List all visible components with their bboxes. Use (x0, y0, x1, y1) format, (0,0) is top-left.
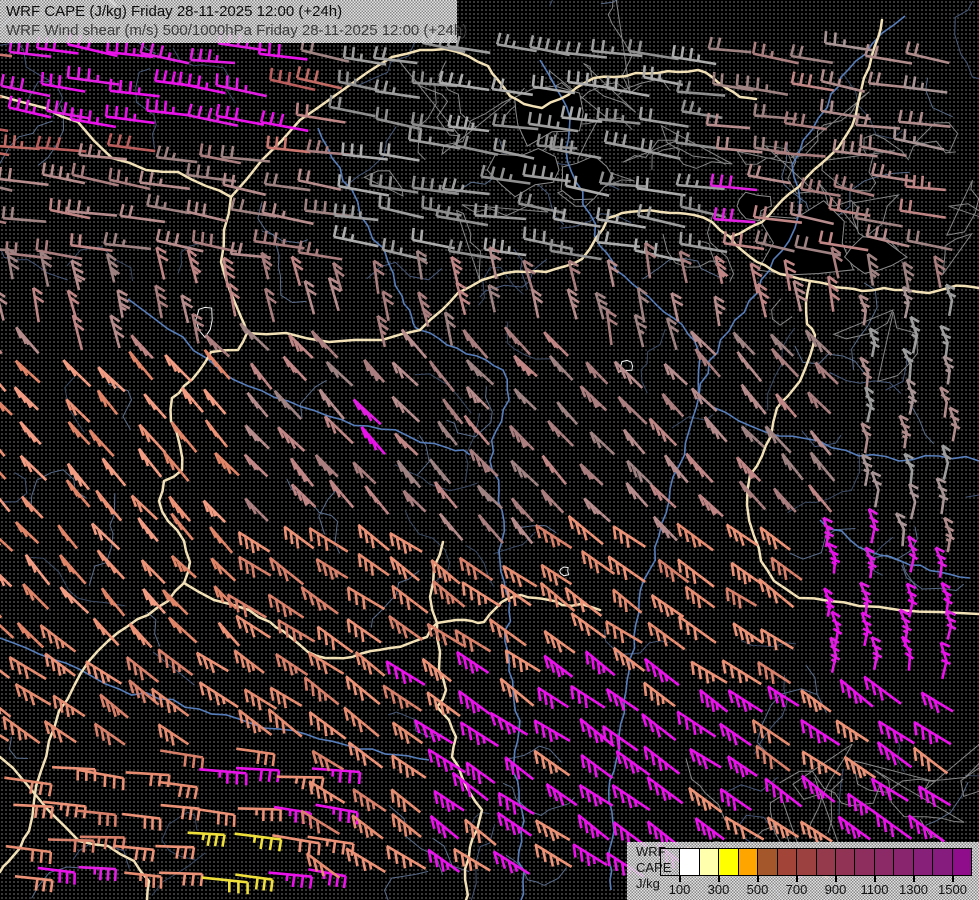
title-overlay: WRF CAPE (J/kg) Friday 28-11-2025 12:00 … (0, 0, 468, 43)
cape-colorbar-cell (738, 849, 759, 875)
colorbar-tick-label: 500 (746, 882, 769, 897)
map-canvas (0, 0, 979, 900)
cape-colorbar-cell (699, 849, 720, 875)
colorbar-tick-label: 900 (824, 882, 847, 897)
title-wind-shear: WRF Wind shear (m/s) 500/1000hPa Friday … (6, 22, 468, 39)
colorbar-tick-label: 100 (668, 882, 691, 897)
cape-colorbar-cell (874, 849, 895, 875)
gray-contours-layer (363, 0, 979, 894)
cape-colorbar-cell (894, 849, 914, 875)
colorbar-tick-label: 1100 (860, 882, 889, 897)
cape-colorbar-cell (661, 849, 681, 875)
wind-barbs-layer (0, 0, 961, 895)
colorbar-tick-label: 300 (707, 882, 730, 897)
cape-colorbar-cell (855, 849, 875, 875)
cape-colorbar-cell (835, 849, 856, 875)
cape-colorbar-cell (816, 849, 836, 875)
title-cape: WRF CAPE (J/kg) Friday 28-11-2025 12:00 … (6, 3, 343, 20)
colorbar-tick-label: 1300 (899, 882, 928, 897)
cape-legend: WRF CAPE J/kg 100 300 500 700 900 1100 1300 150… (627, 842, 979, 900)
cape-colorbar-cell (680, 849, 700, 875)
cape-colorbar-cell (797, 849, 817, 875)
cape-colorbar-cell (933, 849, 953, 875)
cape-colorbar-cell (913, 849, 934, 875)
cape-colorbar-cell (719, 849, 739, 875)
cape-colorbar (660, 848, 972, 876)
colorbar-tick-label: 700 (785, 882, 808, 897)
cape-colorbar-cell (777, 849, 798, 875)
streams-layer (0, 0, 979, 900)
cape-colorbar-cell (758, 849, 778, 875)
colorbar-tick-label: 1500 (938, 882, 967, 897)
cape-colorbar-cell (952, 849, 971, 875)
weather-map-viewport: WRF CAPE (J/kg) Friday 28-11-2025 12:00 … (0, 0, 979, 900)
